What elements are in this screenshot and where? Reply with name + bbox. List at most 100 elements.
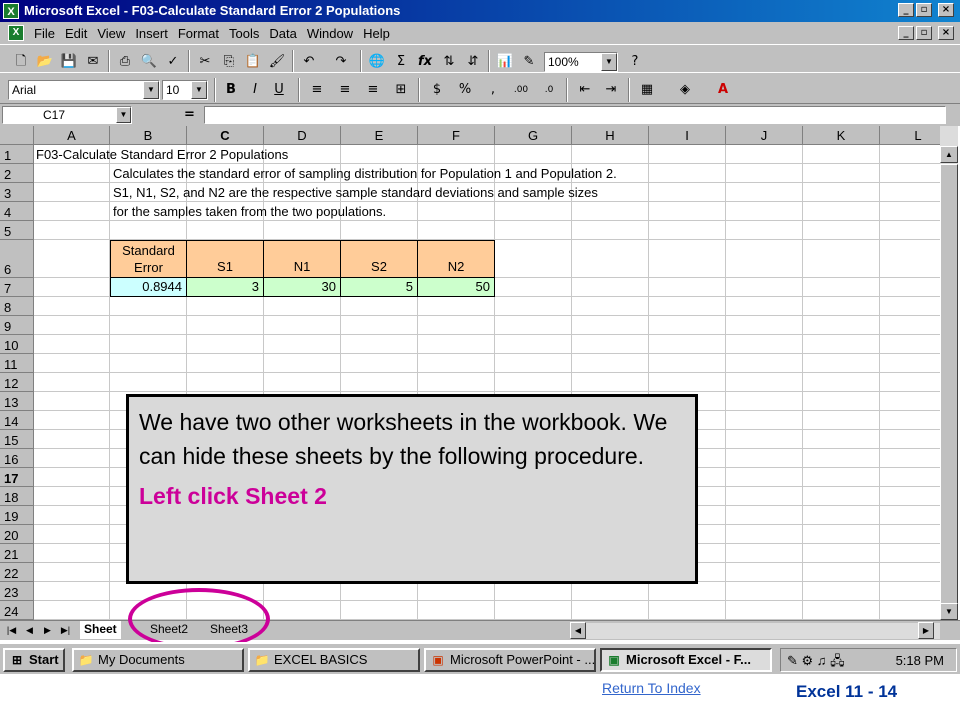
copy-icon[interactable]: ⎘	[218, 51, 240, 73]
row-header-15[interactable]: 15	[0, 430, 34, 449]
font-name-select[interactable]: Arial ▼	[8, 80, 160, 100]
menu-insert[interactable]: Insert	[135, 26, 168, 41]
undo-icon[interactable]: ↶	[298, 51, 320, 73]
menu-data[interactable]: Data	[269, 26, 296, 41]
first-sheet-icon[interactable]: |◀	[4, 623, 19, 638]
open-icon[interactable]: 📂	[34, 51, 56, 73]
row-header-2[interactable]: 2	[0, 164, 34, 183]
menu-edit[interactable]: Edit	[65, 26, 87, 41]
column-header-g[interactable]: G	[495, 126, 572, 145]
percent-icon[interactable]: %	[454, 79, 476, 101]
font-color-icon[interactable]: A	[712, 79, 734, 101]
menu-help[interactable]: Help	[363, 26, 390, 41]
clock[interactable]: 5:18 PM	[896, 653, 944, 668]
print-icon[interactable]: ⎙	[114, 51, 136, 73]
cell-b3[interactable]: S1, N1, S2, and N2 are the respective sa…	[113, 185, 598, 200]
vertical-scrollbar[interactable]: ▲ ▼	[940, 126, 958, 620]
close-button[interactable]: ×	[938, 3, 954, 17]
name-box[interactable]: C17 ▼	[2, 106, 132, 124]
row-header-10[interactable]: 10	[0, 335, 34, 354]
cell-f6-n2-header[interactable]: N2	[417, 240, 495, 278]
row-header-12[interactable]: 12	[0, 373, 34, 392]
cell-c7-s1[interactable]: 3	[186, 277, 264, 297]
scroll-right-icon[interactable]: ▶	[918, 622, 934, 639]
return-to-index-link[interactable]: Return To Index	[602, 680, 701, 696]
row-header-3[interactable]: 3	[0, 183, 34, 202]
row-header-4[interactable]: 4	[0, 202, 34, 221]
chart-icon[interactable]: 📊	[494, 51, 516, 73]
save-icon[interactable]: 💾	[58, 51, 80, 73]
next-sheet-icon[interactable]: ▶	[40, 623, 55, 638]
cell-e7-s2[interactable]: 5	[340, 277, 418, 297]
decrease-indent-icon[interactable]: ⇤	[574, 79, 596, 101]
cell-f7-n2[interactable]: 50	[417, 277, 495, 297]
new-icon[interactable]: 🗋	[10, 51, 32, 73]
taskbar-my-documents[interactable]: 📁 My Documents	[72, 648, 244, 672]
tray-icons[interactable]: ✎ ⚙ ♫ 🖧	[787, 652, 845, 674]
cell-b7-standard-error[interactable]: 0.8944	[110, 277, 187, 297]
currency-icon[interactable]: $	[426, 79, 448, 101]
scroll-left-icon[interactable]: ◀	[570, 622, 586, 639]
prev-sheet-icon[interactable]: ◀	[22, 623, 37, 638]
menu-tools[interactable]: Tools	[229, 26, 259, 41]
equals-icon[interactable]: =	[184, 107, 195, 122]
column-header-j[interactable]: J	[726, 126, 803, 145]
row-header-21[interactable]: 21	[0, 544, 34, 563]
minimize-button[interactable]: _	[898, 3, 914, 17]
column-header-f[interactable]: F	[418, 126, 495, 145]
start-button[interactable]: ⊞ Start	[3, 648, 65, 672]
chevron-down-icon[interactable]: ▼	[601, 53, 617, 71]
underline-icon[interactable]: U	[268, 79, 290, 101]
merge-center-icon[interactable]: ⊞	[390, 79, 412, 101]
column-header-h[interactable]: H	[572, 126, 649, 145]
paste-icon[interactable]: 📋	[242, 51, 264, 73]
row-header-24[interactable]: 24	[0, 601, 34, 620]
cell-c6-s1-header[interactable]: S1	[186, 240, 264, 278]
row-header-6[interactable]: 6	[0, 240, 34, 278]
menu-view[interactable]: View	[97, 26, 125, 41]
increase-indent-icon[interactable]: ⇥	[600, 79, 622, 101]
row-header-16[interactable]: 16	[0, 449, 34, 468]
scroll-down-icon[interactable]: ▼	[940, 603, 958, 620]
row-header-22[interactable]: 22	[0, 563, 34, 582]
last-sheet-icon[interactable]: ▶|	[58, 623, 73, 638]
zoom-select[interactable]: 100% ▼	[544, 52, 618, 72]
chevron-down-icon[interactable]: ▼	[143, 81, 159, 99]
row-header-1[interactable]: 1	[0, 145, 34, 164]
sum-icon[interactable]: Σ	[390, 51, 412, 73]
cell-d7-n1[interactable]: 30	[263, 277, 341, 297]
column-header-d[interactable]: D	[264, 126, 341, 145]
column-header-c[interactable]: C	[187, 126, 264, 145]
cell-b2[interactable]: Calculates the standard error of samplin…	[113, 166, 617, 181]
chevron-down-icon[interactable]: ▼	[191, 81, 207, 99]
email-icon[interactable]: ✉	[82, 51, 104, 73]
hyperlink-icon[interactable]: 🌐	[366, 51, 388, 73]
scroll-up-icon[interactable]: ▲	[940, 146, 958, 163]
column-header-k[interactable]: K	[803, 126, 880, 145]
comma-icon[interactable]: ,	[482, 79, 504, 101]
column-header-i[interactable]: I	[649, 126, 726, 145]
doc-restore-button[interactable]: ▫	[916, 26, 932, 40]
menu-window[interactable]: Window	[307, 26, 353, 41]
row-header-9[interactable]: 9	[0, 316, 34, 335]
excel-icon[interactable]: X	[3, 3, 19, 19]
horizontal-scrollbar[interactable]: ◀ ▶	[570, 622, 940, 639]
taskbar-excel-basics[interactable]: 📁 EXCEL BASICS	[248, 648, 420, 672]
increase-decimal-icon[interactable]: .00	[510, 79, 532, 101]
align-left-icon[interactable]: ≡	[306, 79, 328, 101]
italic-icon[interactable]: I	[244, 79, 266, 101]
select-all-corner[interactable]	[0, 126, 34, 145]
cut-icon[interactable]: ✂	[194, 51, 216, 73]
column-header-b[interactable]: B	[110, 126, 187, 145]
row-header-7[interactable]: 7	[0, 278, 34, 297]
font-size-select[interactable]: 10 ▼	[162, 80, 208, 100]
row-header-18[interactable]: 18	[0, 487, 34, 506]
row-header-13[interactable]: 13	[0, 392, 34, 411]
taskbar-excel[interactable]: ▣ Microsoft Excel - F...	[600, 648, 772, 672]
cell-a1[interactable]: F03-Calculate Standard Error 2 Populatio…	[36, 147, 288, 162]
decrease-decimal-icon[interactable]: .0	[538, 79, 560, 101]
taskbar-powerpoint[interactable]: ▣ Microsoft PowerPoint - ...	[424, 648, 596, 672]
align-center-icon[interactable]: ≡	[334, 79, 356, 101]
redo-icon[interactable]: ↷	[330, 51, 352, 73]
menu-format[interactable]: Format	[178, 26, 219, 41]
